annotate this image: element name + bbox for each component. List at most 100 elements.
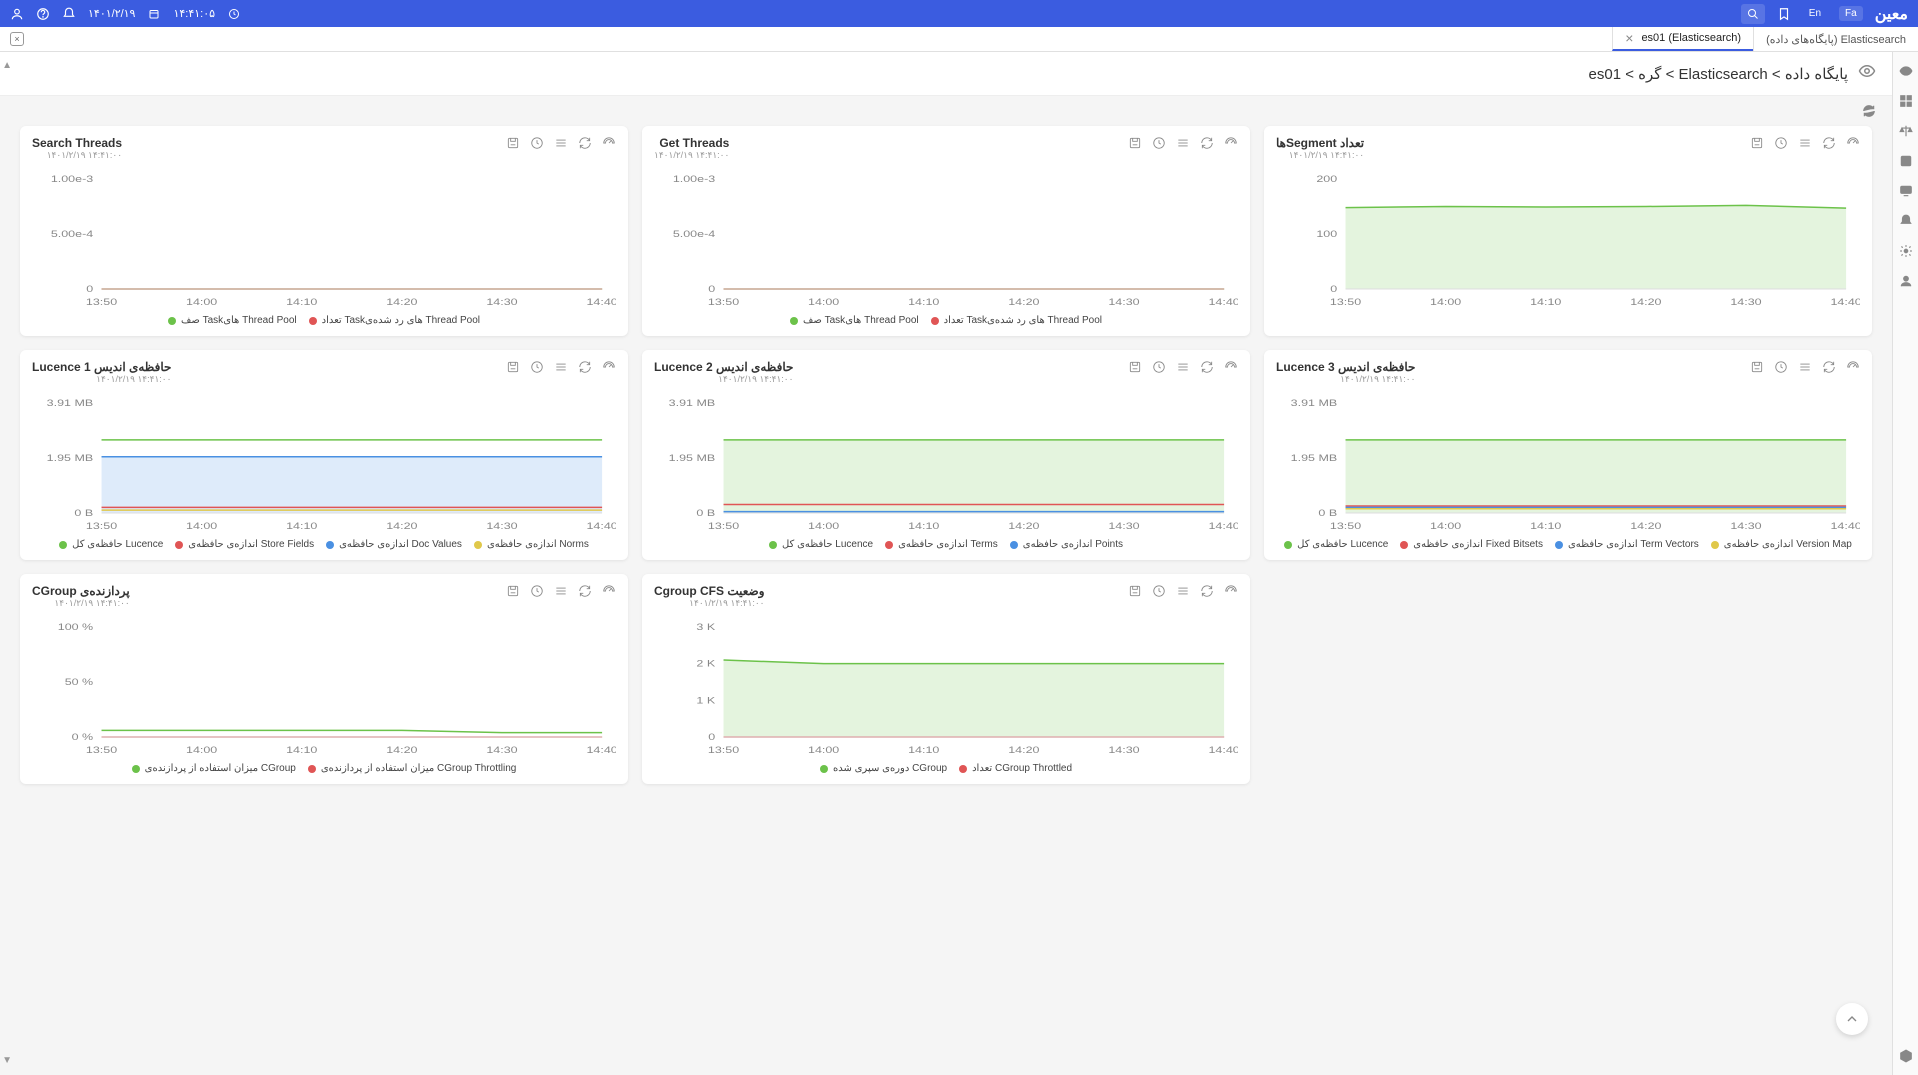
save-icon[interactable] [1750, 136, 1764, 150]
menu-icon[interactable] [1798, 136, 1812, 150]
chart: 1.00e-35.00e-4013:5014:0014:1014:2014:30… [654, 169, 1238, 309]
bookmark-icon[interactable] [1777, 7, 1791, 21]
bell-icon[interactable] [62, 7, 76, 21]
legend-item: حافظه‌ی کل Lucence [59, 539, 163, 550]
legend-item: حافظه‌ی کل Lucence [769, 539, 873, 550]
save-icon[interactable] [506, 584, 520, 598]
top-bar: معین Fa En ۱۴:۴۱:۰۵ ۱۴۰۱/۲/۱۹ [0, 0, 1918, 27]
svg-text:14:20: 14:20 [1008, 522, 1039, 532]
svg-text:0 B: 0 B [696, 509, 715, 519]
search-button[interactable] [1741, 4, 1765, 24]
refresh-icon[interactable] [578, 136, 592, 150]
menu-icon[interactable] [554, 584, 568, 598]
help-icon[interactable] [36, 7, 50, 21]
history-icon[interactable] [1774, 136, 1788, 150]
menu-icon[interactable] [1798, 360, 1812, 374]
tab-elasticsearch-databases[interactable]: Elasticsearch (پایگاه‌های داده) [1753, 27, 1918, 51]
scroll-up-arrow-icon: ▲ [2, 60, 12, 70]
svg-text:0: 0 [708, 733, 715, 743]
svg-text:14:40: 14:40 [1830, 298, 1860, 308]
lang-en-button[interactable]: En [1803, 6, 1827, 21]
svg-text:50 %: 50 % [65, 678, 94, 688]
legend-item: صف Taskهای Thread Pool [790, 315, 919, 326]
eye-icon[interactable] [1899, 64, 1913, 78]
refresh-icon[interactable] [1822, 360, 1836, 374]
gauge-icon[interactable] [1224, 584, 1238, 598]
history-icon[interactable] [530, 360, 544, 374]
svg-text:1.95 MB: 1.95 MB [47, 454, 93, 464]
scroll-to-top-button[interactable] [1836, 1003, 1868, 1035]
close-all-tabs-icon[interactable]: × [10, 32, 24, 46]
balance-icon[interactable] [1899, 124, 1913, 138]
svg-text:0: 0 [708, 285, 715, 295]
save-icon[interactable] [506, 360, 520, 374]
panel-cgroup-cpu: پردازنده‌ی CGroup ۱۴۰۱/۲/۱۹ ۱۴:۴۱:۰۰ 100… [20, 574, 628, 784]
monitor-icon[interactable] [1899, 184, 1913, 198]
refresh-icon[interactable] [578, 360, 592, 374]
history-icon[interactable] [1774, 360, 1788, 374]
save-icon[interactable] [1750, 360, 1764, 374]
panel-lucene2: حافظه‌ی اندیس Lucence 2 ۱۴۰۱/۲/۱۹ ۱۴:۴۱:… [642, 350, 1250, 560]
gauge-icon[interactable] [602, 360, 616, 374]
svg-text:14:30: 14:30 [486, 298, 517, 308]
save-icon[interactable] [1128, 584, 1142, 598]
tab-es01[interactable]: es01 (Elasticsearch) × [1612, 27, 1753, 51]
legend-item: اندازه‌ی حافظه‌ی Doc Values [326, 539, 462, 550]
list-icon[interactable] [1899, 154, 1913, 168]
history-icon[interactable] [1152, 360, 1166, 374]
menu-icon[interactable] [554, 360, 568, 374]
menu-icon[interactable] [554, 136, 568, 150]
gear-icon[interactable] [1899, 244, 1913, 258]
tab-label: Elasticsearch (پایگاه‌های داده) [1766, 33, 1906, 46]
svg-text:14:10: 14:10 [286, 746, 317, 756]
menu-icon[interactable] [1176, 136, 1190, 150]
refresh-icon[interactable] [1862, 104, 1876, 118]
visibility-icon[interactable] [1858, 62, 1876, 85]
panel-actions [1128, 584, 1238, 598]
header-time: ۱۴:۴۱:۰۵ [173, 7, 215, 20]
lang-fa-button[interactable]: Fa [1839, 6, 1863, 21]
gauge-icon[interactable] [1224, 360, 1238, 374]
svg-text:14:20: 14:20 [1630, 522, 1661, 532]
refresh-icon[interactable] [1822, 136, 1836, 150]
refresh-icon[interactable] [1200, 360, 1214, 374]
history-icon[interactable] [530, 136, 544, 150]
history-icon[interactable] [530, 584, 544, 598]
legend-item: دوره‌ی سپری شده CGroup [820, 763, 947, 774]
right-sidebar [1892, 52, 1918, 1075]
refresh-icon[interactable] [1200, 136, 1214, 150]
gauge-icon[interactable] [1224, 136, 1238, 150]
save-icon[interactable] [1128, 360, 1142, 374]
legend-item: تعداد Taskهای رد شده‌ی Thread Pool [931, 315, 1102, 326]
panel-actions [506, 136, 616, 150]
legend-item: حافظه‌ی کل Lucence [1284, 539, 1388, 550]
menu-icon[interactable] [1176, 360, 1190, 374]
svg-text:14:20: 14:20 [1630, 298, 1661, 308]
alert-bell-icon[interactable] [1899, 214, 1913, 228]
logo: معین [1875, 4, 1908, 24]
chart: 3.91 MB1.95 MB0 B13:5014:0014:1014:2014:… [654, 393, 1238, 533]
panel-title: Search Threads [32, 136, 122, 150]
panel-timestamp: ۱۴۰۱/۲/۱۹ ۱۴:۴۱:۰۰ [654, 150, 729, 161]
close-tab-icon[interactable]: × [1625, 30, 1633, 46]
main-content: پایگاه داده > Elasticsearch > گره > es01… [0, 52, 1892, 1075]
refresh-icon[interactable] [578, 584, 592, 598]
gauge-icon[interactable] [1846, 360, 1860, 374]
svg-text:5.00e-4: 5.00e-4 [51, 230, 93, 240]
users-icon[interactable] [1899, 274, 1913, 288]
tab-bar: Elasticsearch (پایگاه‌های داده) es01 (El… [0, 27, 1918, 52]
save-icon[interactable] [1128, 136, 1142, 150]
gauge-icon[interactable] [1846, 136, 1860, 150]
cube-icon[interactable] [1899, 1049, 1913, 1063]
refresh-icon[interactable] [1200, 584, 1214, 598]
history-icon[interactable] [1152, 584, 1166, 598]
save-icon[interactable] [506, 136, 520, 150]
overview-icon[interactable] [1899, 94, 1913, 108]
gauge-icon[interactable] [602, 584, 616, 598]
history-icon[interactable] [1152, 136, 1166, 150]
menu-icon[interactable] [1176, 584, 1190, 598]
user-icon[interactable] [10, 7, 24, 21]
svg-text:13:50: 13:50 [86, 298, 117, 308]
gauge-icon[interactable] [602, 136, 616, 150]
panel-timestamp: ۱۴۰۱/۲/۱۹ ۱۴:۴۱:۰۰ [1276, 374, 1415, 385]
